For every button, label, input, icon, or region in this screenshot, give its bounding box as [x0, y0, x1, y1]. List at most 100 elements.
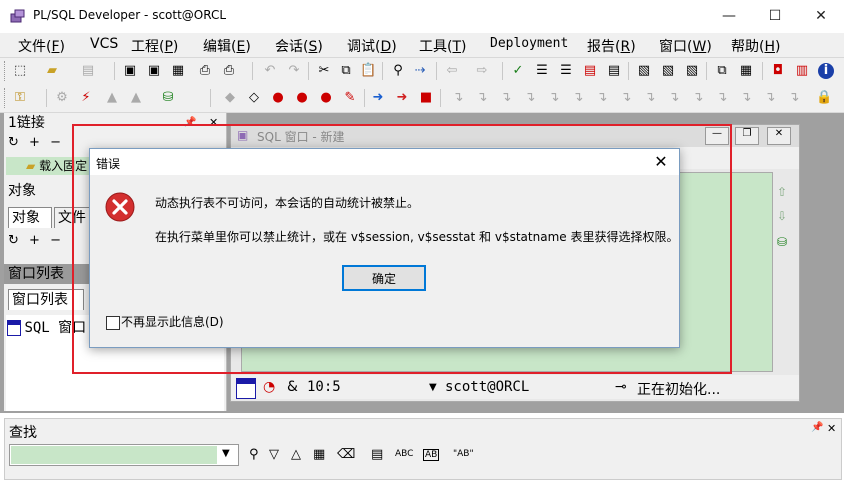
- refresh-icon[interactable]: ↻: [8, 135, 19, 150]
- pin-icon[interactable]: 📌: [184, 113, 196, 133]
- save-icon[interactable]: ▣: [122, 63, 138, 79]
- copy-icon[interactable]: ⧉: [338, 63, 354, 79]
- execute-arrow-icon[interactable]: ➜: [370, 90, 386, 106]
- find-up-icon[interactable]: △: [291, 447, 301, 462]
- close-window-button[interactable]: ✕: [798, 0, 844, 32]
- sql-window-minimize-button[interactable]: —: [705, 127, 729, 145]
- sql-window-statusbar: ◔ & 10:5 ▼ scott@ORCL ⊸ 正在初始化...: [231, 375, 799, 399]
- menu-tools[interactable]: 工具(T): [419, 36, 467, 56]
- list-item[interactable]: SQL 窗口: [7, 317, 86, 337]
- sql-window-close-button[interactable]: ✕: [767, 127, 791, 145]
- dialog-titlebar[interactable]: 错误 ✕: [90, 149, 679, 175]
- chevron-down-icon[interactable]: ▼: [222, 448, 230, 459]
- command-window-icon[interactable]: ▧: [636, 63, 652, 79]
- find-icon[interactable]: ⚲: [390, 63, 406, 79]
- pdf-icon[interactable]: ▥: [794, 63, 810, 79]
- find-all-icon[interactable]: ▦: [313, 447, 325, 462]
- find-down-icon[interactable]: ▽: [269, 447, 279, 462]
- dont-show-again-checkbox[interactable]: [106, 316, 120, 330]
- eraser-icon[interactable]: ◇: [246, 90, 262, 106]
- tile-icon[interactable]: ▦: [738, 63, 754, 79]
- find-input[interactable]: ▼: [9, 444, 239, 466]
- connection-status[interactable]: scott@ORCL: [445, 379, 529, 395]
- toolbar-grip[interactable]: [4, 61, 8, 81]
- save-all-icon[interactable]: ▦: [170, 63, 186, 79]
- check-icon[interactable]: ✓: [510, 63, 526, 79]
- breakpoint-add-icon[interactable]: ●: [294, 90, 310, 106]
- find-next-icon[interactable]: ⇢: [412, 63, 428, 79]
- uppercase-icon[interactable]: ▤: [582, 63, 598, 79]
- menu-window[interactable]: 窗口(W): [659, 36, 712, 56]
- menu-deployment[interactable]: Deployment: [490, 36, 568, 51]
- cascade-icon[interactable]: ⧉: [714, 63, 730, 79]
- truck-icon[interactable]: ■: [418, 90, 434, 106]
- breakpoint-toggle-icon[interactable]: ✎: [342, 90, 358, 106]
- indent-icon[interactable]: ☰: [534, 63, 550, 79]
- save-as-icon[interactable]: ▣: [146, 63, 162, 79]
- window-titlebar[interactable]: PL/SQL Developer - scott@ORCL — ☐ ✕: [0, 0, 844, 32]
- menu-debug[interactable]: 调试(D): [347, 36, 397, 56]
- match-case-toggle[interactable]: ABC: [395, 449, 413, 459]
- refresh-icon[interactable]: ↻: [8, 233, 19, 248]
- selection-icon[interactable]: ▤: [371, 447, 383, 462]
- step-into-icon: ↴: [452, 90, 464, 105]
- menu-edit[interactable]: 编辑(E): [203, 36, 251, 56]
- print-icon[interactable]: ⎙: [197, 63, 213, 79]
- menu-file[interactable]: 文件(F): [18, 36, 65, 56]
- pin-icon[interactable]: 📌: [811, 422, 823, 433]
- toolbar-grip[interactable]: [4, 88, 8, 108]
- tab-window-list[interactable]: 窗口列表: [8, 289, 84, 310]
- clock-icon: ◔: [263, 379, 276, 395]
- report-window-icon[interactable]: ▧: [684, 63, 700, 79]
- lowercase-icon[interactable]: ▤: [606, 63, 622, 79]
- paste-icon[interactable]: 📋: [360, 63, 376, 79]
- find-icon[interactable]: ⚲: [249, 447, 259, 462]
- menu-reports[interactable]: 报告(R): [587, 36, 636, 56]
- break-icon[interactable]: ⚡: [78, 90, 94, 106]
- tab-files[interactable]: 文件: [54, 207, 94, 228]
- menu-help[interactable]: 帮助(H): [731, 36, 780, 56]
- whole-word-toggle[interactable]: AB: [423, 449, 440, 461]
- add-icon[interactable]: +: [29, 233, 40, 248]
- oracle-icon[interactable]: ◘: [770, 63, 786, 79]
- panel-close-icon[interactable]: ✕: [209, 113, 218, 133]
- menu-vcs[interactable]: VCS: [90, 36, 118, 52]
- sql-window-titlebar[interactable]: ▣ SQL 窗口 - 新建 — ❐ ✕: [231, 125, 799, 147]
- maximize-button[interactable]: ☐: [752, 0, 798, 32]
- add-icon[interactable]: +: [29, 135, 40, 150]
- database-icon[interactable]: ⛁: [777, 235, 791, 249]
- stop-arrow-icon[interactable]: ➜: [394, 90, 410, 106]
- ok-button[interactable]: 确定: [342, 265, 426, 291]
- test-window-icon[interactable]: ▧: [660, 63, 676, 79]
- panel-close-icon[interactable]: ✕: [827, 422, 836, 435]
- dont-show-again-label[interactable]: 不再显示此信息(D): [121, 313, 224, 330]
- breakpoint-remove-icon[interactable]: ●: [318, 90, 334, 106]
- menu-session[interactable]: 会话(S): [275, 36, 323, 56]
- error-icon: [105, 192, 135, 222]
- find-panel-title: 查找: [9, 425, 37, 441]
- new-icon[interactable]: ⬚: [12, 63, 28, 79]
- info-icon[interactable]: i: [818, 63, 834, 79]
- dialog-close-button[interactable]: ✕: [650, 151, 672, 173]
- menu-project[interactable]: 工程(P): [131, 36, 178, 56]
- cut-icon[interactable]: ✂: [316, 63, 332, 79]
- breakpoint-icon[interactable]: ●: [270, 90, 286, 106]
- sql-window-restore-button[interactable]: ❐: [735, 127, 759, 145]
- database-icon[interactable]: ⛁: [160, 90, 176, 106]
- down-icon[interactable]: ⇩: [777, 209, 791, 223]
- remove-icon[interactable]: −: [50, 135, 61, 150]
- tab-objects[interactable]: 对象: [8, 207, 52, 228]
- lock-icon[interactable]: 🔒: [816, 90, 832, 106]
- eraser-icon[interactable]: ⌫: [337, 447, 355, 462]
- minimize-button[interactable]: —: [706, 0, 752, 32]
- key-icon[interactable]: ⚿: [12, 90, 28, 106]
- debug-e-icon: ↴: [668, 90, 680, 105]
- open-folder-icon[interactable]: ▰: [44, 63, 60, 79]
- regex-toggle[interactable]: "AB": [453, 449, 474, 459]
- remove-icon[interactable]: −: [50, 233, 61, 248]
- error-dialog[interactable]: 错误 ✕ 动态执行表不可访问，本会话的自动统计被禁止。 在执行菜单里你可以禁止统…: [89, 148, 680, 348]
- up-icon[interactable]: ⇧: [777, 185, 791, 199]
- unindent-icon[interactable]: ☰: [558, 63, 574, 79]
- connection-dropdown-icon[interactable]: ▼: [429, 382, 437, 393]
- print-setup-icon[interactable]: ⎙: [221, 63, 237, 79]
